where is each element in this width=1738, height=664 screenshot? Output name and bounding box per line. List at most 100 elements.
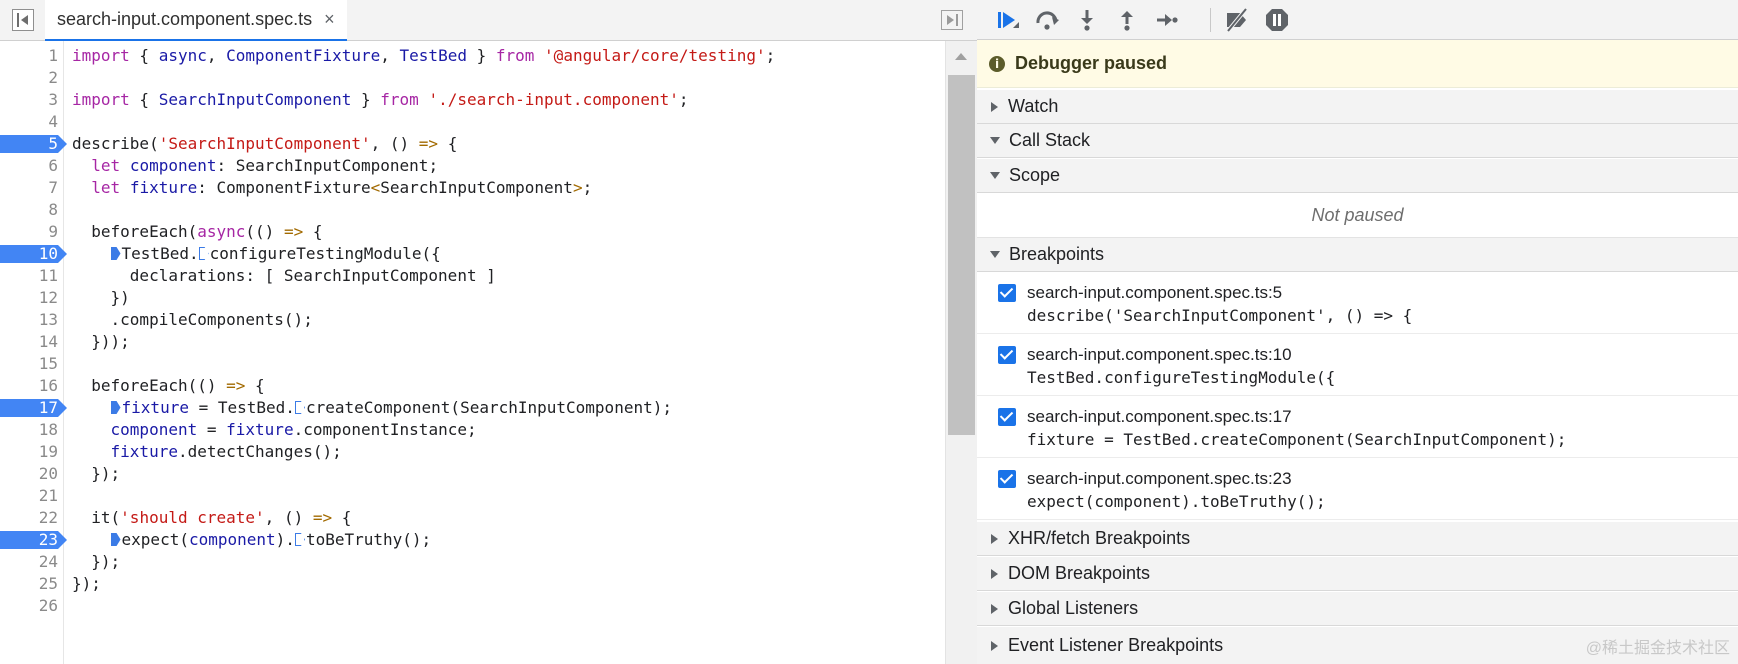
section-xhr-breakpoints[interactable]: XHR/fetch Breakpoints bbox=[977, 522, 1738, 556]
line-number[interactable]: 12 bbox=[0, 287, 58, 309]
inline-breakpoint-icon[interactable] bbox=[198, 247, 209, 260]
section-dom-breakpoints[interactable]: DOM Breakpoints bbox=[977, 557, 1738, 591]
line-number[interactable]: 6 bbox=[0, 155, 58, 177]
inline-breakpoint-icon[interactable] bbox=[110, 401, 121, 414]
line-number[interactable]: 23 bbox=[0, 529, 58, 551]
code-line[interactable]: 1 import { async, ComponentFixture, TestB… bbox=[0, 45, 945, 67]
breakpoint-checkbox[interactable] bbox=[998, 408, 1016, 426]
code-token: TestBed bbox=[399, 46, 467, 65]
code-line[interactable]: 11 declarations: [ SearchInputComponent … bbox=[0, 265, 945, 287]
code-line[interactable]: 6 let component: SearchInputComponent; bbox=[0, 155, 945, 177]
close-tab-icon[interactable]: × bbox=[324, 9, 335, 30]
code-line[interactable]: 24 }); bbox=[0, 551, 945, 573]
code-token: : ComponentFixture bbox=[197, 178, 371, 197]
line-number[interactable]: 2 bbox=[0, 67, 58, 89]
line-number[interactable]: 10 bbox=[0, 243, 58, 265]
code-line[interactable]: 25}); bbox=[0, 573, 945, 595]
code-line[interactable]: 20 }); bbox=[0, 463, 945, 485]
breakpoint-checkbox[interactable] bbox=[998, 470, 1016, 488]
code-text: })); bbox=[72, 331, 130, 353]
inline-breakpoint-icon[interactable] bbox=[110, 247, 121, 260]
code-area[interactable]: 1 import { async, ComponentFixture, TestB… bbox=[0, 41, 945, 664]
code-line[interactable]: 18 component = fixture.componentInstance… bbox=[0, 419, 945, 441]
line-number[interactable]: 9 bbox=[0, 221, 58, 243]
toggle-debugger-icon[interactable] bbox=[941, 10, 963, 30]
line-number[interactable]: 21 bbox=[0, 485, 58, 507]
inline-breakpoint-icon[interactable] bbox=[294, 533, 305, 546]
code-text: fixture.detectChanges(); bbox=[72, 441, 342, 463]
line-number[interactable]: 17 bbox=[0, 397, 58, 419]
line-number[interactable]: 22 bbox=[0, 507, 58, 529]
line-number[interactable]: 3 bbox=[0, 89, 58, 111]
line-number[interactable]: 1 bbox=[0, 45, 58, 67]
line-number[interactable]: 20 bbox=[0, 463, 58, 485]
code-text: beforeEach(() => { bbox=[72, 375, 264, 397]
code-line[interactable]: 26 bbox=[0, 595, 945, 617]
line-number[interactable]: 19 bbox=[0, 441, 58, 463]
deactivate-breakpoints-icon[interactable] bbox=[1223, 6, 1251, 34]
breakpoint-item[interactable]: search-input.component.spec.ts:5 describ… bbox=[977, 272, 1738, 334]
breakpoint-item[interactable]: search-input.component.spec.ts:23 expect… bbox=[977, 458, 1738, 520]
code-line[interactable]: 22 it('should create', () => { bbox=[0, 507, 945, 529]
code-line[interactable]: 9 beforeEach(async(() => { bbox=[0, 221, 945, 243]
code-line[interactable]: 15 bbox=[0, 353, 945, 375]
inline-breakpoint-icon[interactable] bbox=[110, 533, 121, 546]
resume-icon[interactable] bbox=[993, 6, 1021, 34]
code-line[interactable]: 2 bbox=[0, 67, 945, 89]
file-tab-label: search-input.component.spec.ts bbox=[57, 9, 313, 29]
section-global-listeners[interactable]: Global Listeners bbox=[977, 592, 1738, 626]
editor-scrollbar[interactable] bbox=[945, 41, 977, 664]
step-over-icon[interactable] bbox=[1033, 6, 1061, 34]
code-line[interactable]: 13 .compileComponents(); bbox=[0, 309, 945, 331]
code-line[interactable]: 16 beforeEach(() => { bbox=[0, 375, 945, 397]
line-number[interactable]: 8 bbox=[0, 199, 58, 221]
code-line[interactable]: 12 }) bbox=[0, 287, 945, 309]
code-line[interactable]: 14 })); bbox=[0, 331, 945, 353]
code-line[interactable]: 21 bbox=[0, 485, 945, 507]
step-into-icon[interactable] bbox=[1073, 6, 1101, 34]
code-line[interactable]: 7 let fixture: ComponentFixture<SearchIn… bbox=[0, 177, 945, 199]
line-number[interactable]: 18 bbox=[0, 419, 58, 441]
file-tab[interactable]: search-input.component.spec.ts × bbox=[45, 0, 347, 41]
line-number[interactable]: 25 bbox=[0, 573, 58, 595]
inline-breakpoint-icon[interactable] bbox=[294, 401, 305, 414]
code-line[interactable]: 19 fixture.detectChanges(); bbox=[0, 441, 945, 463]
section-breakpoints[interactable]: Breakpoints bbox=[977, 238, 1738, 272]
toggle-navigator-icon[interactable] bbox=[12, 9, 34, 31]
code-line[interactable]: 10 TestBed. configureTestingModule({ bbox=[0, 243, 945, 265]
code-token: async bbox=[158, 46, 207, 65]
breakpoint-location: search-input.component.spec.ts:10 bbox=[1027, 345, 1292, 364]
line-number[interactable]: 7 bbox=[0, 177, 58, 199]
line-number[interactable]: 14 bbox=[0, 331, 58, 353]
breakpoint-checkbox[interactable] bbox=[998, 346, 1016, 364]
code-line[interactable]: 8 bbox=[0, 199, 945, 221]
scrollbar-thumb[interactable] bbox=[948, 75, 975, 435]
line-number[interactable]: 5 bbox=[0, 133, 58, 155]
code-line[interactable]: 23 expect(component). toBeTruthy(); bbox=[0, 529, 945, 551]
breakpoint-item[interactable]: search-input.component.spec.ts:17 fixtur… bbox=[977, 396, 1738, 458]
code-line[interactable]: 3 import { SearchInputComponent } from '.… bbox=[0, 89, 945, 111]
step-icon[interactable] bbox=[1153, 6, 1181, 34]
scroll-up-icon[interactable] bbox=[955, 53, 967, 60]
line-number[interactable]: 16 bbox=[0, 375, 58, 397]
watermark: @稀土掘金技术社区 bbox=[1585, 640, 1730, 657]
line-number[interactable]: 15 bbox=[0, 353, 58, 375]
breakpoint-item[interactable]: search-input.component.spec.ts:10 TestBe… bbox=[977, 334, 1738, 396]
step-out-icon[interactable] bbox=[1113, 6, 1141, 34]
breakpoint-checkbox[interactable] bbox=[998, 284, 1016, 302]
line-number[interactable]: 11 bbox=[0, 265, 58, 287]
code-line[interactable]: 5 describe('SearchInputComponent', () => … bbox=[0, 133, 945, 155]
line-number[interactable]: 13 bbox=[0, 309, 58, 331]
pause-on-exceptions-icon[interactable] bbox=[1263, 6, 1291, 34]
code-line[interactable]: 4 bbox=[0, 111, 945, 133]
section-label: Event Listener Breakpoints bbox=[1008, 635, 1224, 655]
line-number[interactable]: 26 bbox=[0, 595, 58, 617]
code-token: toBeTruthy(); bbox=[305, 530, 432, 549]
section-scope[interactable]: Scope bbox=[977, 159, 1738, 193]
line-number[interactable]: 4 bbox=[0, 111, 58, 133]
section-watch[interactable]: Watch bbox=[977, 90, 1738, 124]
line-number[interactable]: 24 bbox=[0, 551, 58, 573]
section-call-stack[interactable]: Call Stack bbox=[977, 124, 1738, 158]
code-line[interactable]: 17 fixture = TestBed. createComponent(Sea… bbox=[0, 397, 945, 419]
